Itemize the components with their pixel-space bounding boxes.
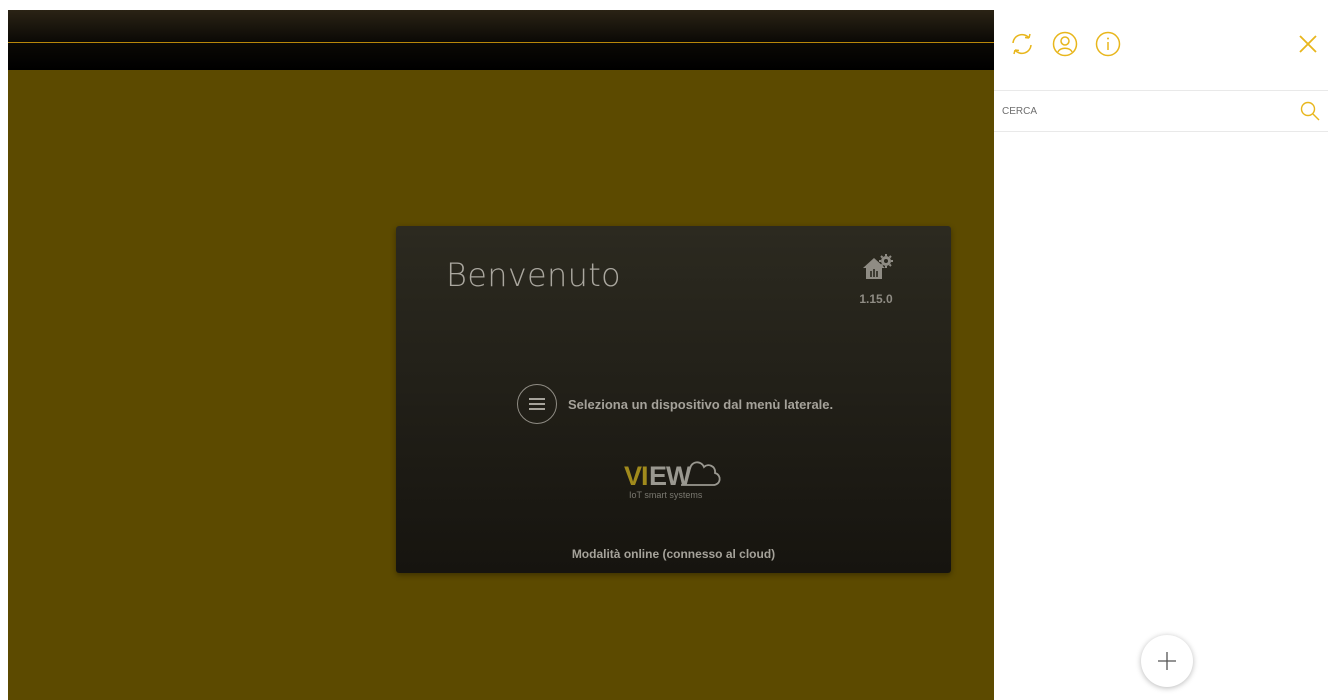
- menu-hint: Seleziona un dispositivo dal menù latera…: [517, 383, 833, 425]
- view-logo: VI EW IoT smart systems: [621, 454, 731, 502]
- connection-status: Modalità online (connesso al cloud): [571, 547, 776, 561]
- home-settings-icon: [863, 254, 893, 279]
- close-icon[interactable]: [1296, 32, 1320, 56]
- version-number: 1.15.0: [859, 292, 893, 306]
- cloud-icon: [681, 461, 721, 486]
- info-icon[interactable]: [1094, 30, 1122, 58]
- logo-vi-text: VI: [624, 461, 648, 491]
- app-top-bar: [8, 10, 994, 70]
- menu-hint-text: Seleziona un dispositivo dal menù latera…: [568, 396, 834, 412]
- sync-icon[interactable]: [1008, 30, 1036, 58]
- user-icon[interactable]: [1051, 30, 1079, 58]
- side-panel: [994, 0, 1328, 700]
- add-button[interactable]: [1141, 635, 1193, 687]
- app-main-area: Benvenuto 1.15.0 Seleziona un dispositiv…: [8, 10, 994, 700]
- top-bar-divider: [8, 42, 994, 43]
- plus-icon: [1158, 652, 1176, 670]
- logo-tagline: IoT smart systems: [629, 490, 703, 500]
- search-input[interactable]: [1002, 101, 1282, 121]
- welcome-card: Benvenuto 1.15.0 Seleziona un dispositiv…: [396, 226, 951, 573]
- search-bar: [994, 90, 1328, 132]
- welcome-title: Benvenuto: [446, 256, 621, 294]
- menu-icon[interactable]: [517, 384, 557, 424]
- search-icon[interactable]: [1299, 100, 1321, 122]
